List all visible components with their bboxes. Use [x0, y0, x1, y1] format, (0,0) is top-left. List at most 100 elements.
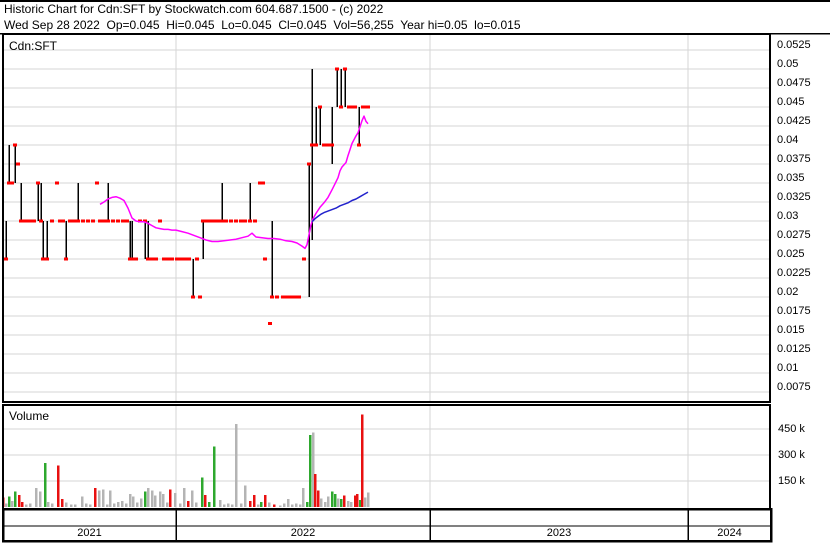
close-marker: [154, 257, 158, 261]
volume-bar: [260, 501, 263, 507]
price-axis-label: 0.0225: [777, 267, 811, 279]
price-axis-label: 0.0325: [777, 191, 811, 203]
close-marker: [179, 257, 183, 261]
close-marker: [357, 143, 361, 147]
volume-bar: [231, 504, 234, 507]
close-marker: [72, 219, 76, 223]
close-marker: [86, 219, 90, 223]
close-marker: [322, 143, 326, 147]
close-marker: [191, 295, 195, 299]
close-marker: [45, 257, 49, 261]
close-marker: [224, 219, 228, 223]
close-marker: [234, 219, 238, 223]
close-marker: [16, 162, 20, 166]
close-marker: [187, 257, 191, 261]
volume-bar: [213, 446, 216, 507]
close-marker: [330, 143, 334, 147]
volume-bar: [35, 487, 38, 507]
close-marker: [366, 105, 370, 109]
close-marker: [134, 257, 138, 261]
volume-bar: [208, 501, 211, 507]
volume-bar: [343, 495, 346, 507]
volume-bar: [106, 504, 109, 507]
volume-bar: [240, 503, 243, 507]
close-marker: [353, 105, 357, 109]
price-axis-label: 0.05: [777, 58, 799, 70]
close-marker: [289, 295, 293, 299]
close-marker: [243, 219, 247, 223]
close-marker: [121, 219, 125, 223]
price-axis-label: 0.0375: [777, 153, 811, 165]
price-axis-label: 0.0525: [777, 39, 811, 51]
close-marker: [343, 67, 347, 71]
volume-bar: [201, 477, 204, 507]
volume-bar: [204, 494, 207, 507]
close-marker: [91, 219, 95, 223]
volume-bar: [81, 496, 84, 507]
close-marker: [318, 105, 322, 109]
volume-bar: [314, 474, 317, 507]
volume-bar: [249, 500, 252, 507]
volume-bar: [144, 491, 147, 507]
symbol-label: Cdn:SFT: [9, 39, 58, 53]
volume-bar: [219, 500, 222, 507]
close-marker: [13, 143, 17, 147]
close-marker: [111, 219, 115, 223]
volume-bar: [159, 491, 162, 507]
volume-bar: [57, 465, 60, 507]
close-marker: [302, 257, 306, 261]
close-marker: [50, 219, 54, 223]
volume-bar: [299, 504, 302, 507]
moving-average-magenta: [99, 115, 369, 250]
volume-bar: [29, 503, 32, 507]
close-marker: [39, 219, 43, 223]
close-marker: [4, 257, 8, 261]
volume-bar: [70, 504, 73, 507]
close-marker: [68, 219, 72, 223]
close-marker: [170, 257, 174, 261]
volume-bar: [361, 414, 364, 507]
volume-bar: [253, 494, 256, 507]
close-marker: [19, 219, 23, 223]
close-marker: [81, 219, 85, 223]
volume-bar: [235, 423, 238, 507]
close-marker: [55, 181, 59, 185]
close-marker: [307, 162, 311, 166]
close-marker: [310, 143, 314, 147]
price-axis-label: 0.03: [777, 210, 799, 222]
close-marker: [220, 219, 224, 223]
volume-bar: [162, 494, 165, 507]
volume-bar: [350, 501, 353, 507]
close-marker: [130, 257, 134, 261]
year-label-2022: 2022: [290, 527, 316, 539]
close-marker: [10, 181, 14, 185]
price-axis-label: 0.01: [777, 362, 799, 374]
volume-bar: [44, 462, 47, 507]
volume-bar: [279, 505, 282, 507]
volume-bar: [109, 490, 112, 507]
price-axis-label: 0.0475: [777, 77, 811, 89]
price-axis-label: 0.0075: [777, 381, 811, 393]
price-axis-label: 0.04: [777, 134, 799, 146]
volume-bar: [340, 499, 343, 507]
chart-canvas: [0, 0, 830, 543]
volume-bar: [195, 502, 198, 507]
close-marker: [339, 105, 343, 109]
volume-bar: [151, 490, 154, 507]
volume-pane-border: [2, 404, 771, 510]
close-marker: [314, 143, 318, 147]
volume-bar: [327, 496, 330, 507]
close-marker: [335, 67, 339, 71]
close-marker: [261, 181, 265, 185]
volume-bar: [174, 493, 177, 507]
volume-bar: [273, 504, 276, 507]
volume-bar: [191, 490, 194, 507]
volume-bar: [356, 494, 359, 507]
close-marker: [263, 257, 267, 261]
volume-bar: [113, 503, 116, 507]
volume-bar: [121, 500, 124, 507]
close-marker: [36, 181, 40, 185]
volume-bar: [74, 504, 77, 507]
volume-bar: [283, 503, 286, 507]
close-marker: [326, 143, 330, 147]
